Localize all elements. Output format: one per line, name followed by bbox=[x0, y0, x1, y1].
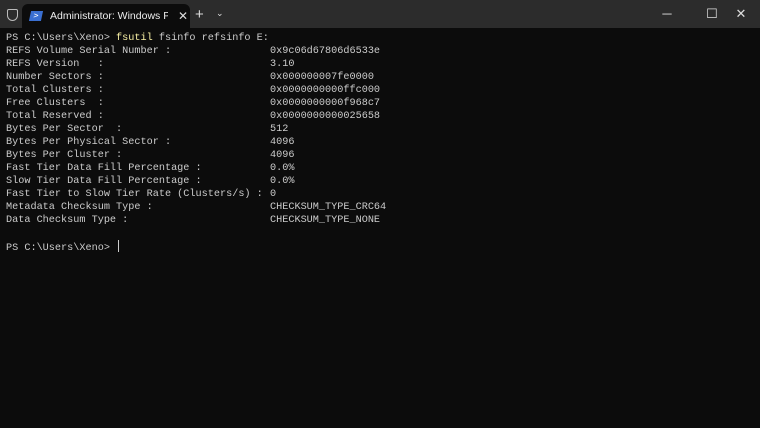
prompt: PS C:\Users\Xeno> bbox=[6, 243, 116, 254]
output-value: 0x0000000000025658 bbox=[270, 110, 380, 123]
text-cursor bbox=[118, 240, 119, 252]
output-label: Total Reserved : bbox=[6, 111, 104, 122]
command-line: PS C:\Users\Xeno> fsutil fsinfo refsinfo… bbox=[6, 32, 269, 45]
output-row: Bytes Per Sector :512 bbox=[6, 123, 269, 136]
output-row: Number Sectors :0x000000007fe0000 bbox=[6, 71, 269, 84]
output-row: REFS Version :3.10 bbox=[6, 58, 269, 71]
powershell-icon: > bbox=[29, 11, 43, 21]
output-label: Bytes Per Sector : bbox=[6, 124, 122, 135]
title-bar: > Administrator: Windows PowerShell ✕ + … bbox=[0, 0, 760, 28]
terminal-output[interactable]: PS C:\Users\Xeno> fsutil fsinfo refsinfo… bbox=[6, 32, 269, 253]
command-args: fsinfo refsinfo E: bbox=[153, 33, 269, 44]
output-label: Metadata Checksum Type : bbox=[6, 202, 153, 213]
close-button[interactable]: ✕ bbox=[731, 6, 751, 22]
output-value: 0x0000000000f968c7 bbox=[270, 97, 380, 110]
output-label: REFS Version : bbox=[6, 59, 104, 70]
output-value: CHECKSUM_TYPE_NONE bbox=[270, 214, 380, 227]
output-row: Bytes Per Cluster :4096 bbox=[6, 149, 269, 162]
output-label: Number Sectors : bbox=[6, 72, 104, 83]
output-label: Bytes Per Physical Sector : bbox=[6, 137, 171, 148]
tab-powershell[interactable]: > Administrator: Windows PowerShell ✕ bbox=[22, 4, 190, 28]
prompt-line[interactable]: PS C:\Users\Xeno> bbox=[6, 240, 269, 253]
output-row: Bytes Per Physical Sector :4096 bbox=[6, 136, 269, 149]
output-label: Bytes Per Cluster : bbox=[6, 150, 122, 161]
shield-icon bbox=[7, 9, 18, 21]
output-value: 0x000000007fe0000 bbox=[270, 71, 374, 84]
output-label: Fast Tier Data Fill Percentage : bbox=[6, 163, 202, 174]
output-value: 4096 bbox=[270, 136, 294, 149]
tab-title: Administrator: Windows PowerShell bbox=[50, 10, 168, 22]
output-label: Total Clusters : bbox=[6, 85, 104, 96]
output-label: REFS Volume Serial Number : bbox=[6, 46, 171, 57]
output-row: Total Reserved :0x0000000000025658 bbox=[6, 110, 269, 123]
maximize-button[interactable]: ☐ bbox=[702, 6, 722, 22]
output-row: Data Checksum Type :CHECKSUM_TYPE_NONE bbox=[6, 214, 269, 227]
output-value: 0x0000000000ffc000 bbox=[270, 84, 380, 97]
output-value: CHECKSUM_TYPE_CRC64 bbox=[270, 201, 386, 214]
output-label: Free Clusters : bbox=[6, 98, 104, 109]
output-row: Free Clusters :0x0000000000f968c7 bbox=[6, 97, 269, 110]
output-label: Data Checksum Type : bbox=[6, 215, 128, 226]
new-tab-button[interactable]: + bbox=[195, 6, 204, 23]
output-value: 4096 bbox=[270, 149, 294, 162]
output-row: Slow Tier Data Fill Percentage :0.0% bbox=[6, 175, 269, 188]
dropdown-chevron-icon[interactable]: ⌄ bbox=[216, 8, 224, 19]
output-value: 3.10 bbox=[270, 58, 294, 71]
tab-close-icon[interactable]: ✕ bbox=[178, 9, 188, 23]
output-value: 0x9c06d67806d6533e bbox=[270, 45, 380, 58]
output-row: Fast Tier to Slow Tier Rate (Clusters/s)… bbox=[6, 188, 269, 201]
output-row: Metadata Checksum Type :CHECKSUM_TYPE_CR… bbox=[6, 201, 269, 214]
output-value: 0 bbox=[270, 188, 276, 201]
output-value: 512 bbox=[270, 123, 288, 136]
output-value: 0.0% bbox=[270, 175, 294, 188]
prompt: PS C:\Users\Xeno> bbox=[6, 33, 116, 44]
output-value: 0.0% bbox=[270, 162, 294, 175]
output-row: Total Clusters :0x0000000000ffc000 bbox=[6, 84, 269, 97]
minimize-button[interactable]: ─ bbox=[657, 6, 677, 21]
output-row: Fast Tier Data Fill Percentage :0.0% bbox=[6, 162, 269, 175]
output-label: Fast Tier to Slow Tier Rate (Clusters/s)… bbox=[6, 189, 263, 200]
output-row: REFS Volume Serial Number :0x9c06d67806d… bbox=[6, 45, 269, 58]
output-label: Slow Tier Data Fill Percentage : bbox=[6, 176, 202, 187]
command-name: fsutil bbox=[116, 33, 153, 44]
